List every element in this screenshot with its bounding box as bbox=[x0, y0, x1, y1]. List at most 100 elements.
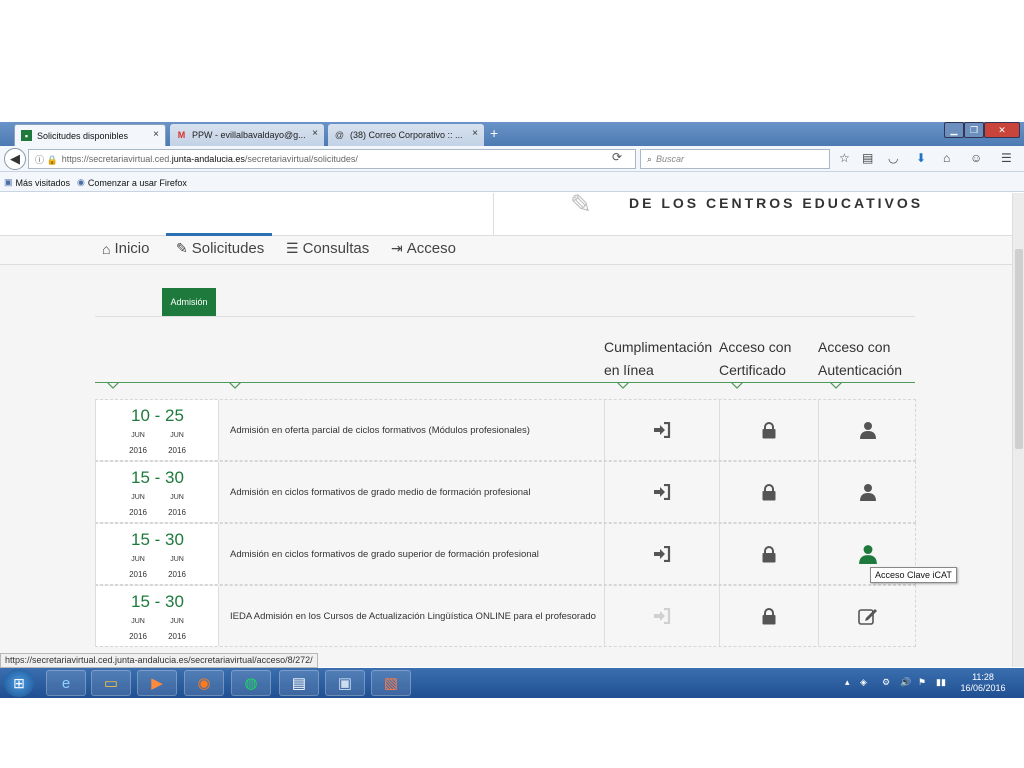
year-start: 2016 bbox=[129, 570, 147, 579]
sign-in-icon[interactable] bbox=[653, 484, 671, 500]
maximize-icon[interactable]: ❐ bbox=[964, 122, 984, 138]
tab-solicitudes[interactable]: ▪ Solicitudes disponibles × bbox=[14, 124, 166, 146]
tab-bar: ▪ Solicitudes disponibles × M PPW - evil… bbox=[0, 122, 1024, 146]
bookmark-star-icon[interactable]: ☆ bbox=[839, 151, 850, 165]
chevron-down-icon bbox=[731, 382, 743, 389]
taskbar: ⊞ e ▭ ▶ ◉ ◍ ▤ ▣ ▧ ▴ ◈ ⚙ 🔊 ⚑ ▮▮ 11:28 16/… bbox=[0, 668, 1024, 698]
auth-cell bbox=[819, 400, 916, 460]
url-prefix: https://secretariavirtual.ced. bbox=[61, 154, 172, 164]
security-tray-icon[interactable]: ◈ bbox=[860, 677, 867, 688]
bookmark-label: Comenzar a usar Firefox bbox=[87, 177, 187, 188]
date-range: 15 - 30 bbox=[131, 530, 184, 549]
signal-icon[interactable]: ▮▮ bbox=[936, 677, 946, 688]
pencil-icon: ✎ bbox=[176, 240, 188, 256]
date-cell: 15 - 30 JUN JUN 2016 2016 bbox=[96, 462, 219, 522]
network-tray-icon[interactable]: ⚙ bbox=[882, 677, 890, 688]
col-header-autenticacion: Acceso con Autenticación bbox=[818, 336, 902, 382]
clock-time: 11:28 bbox=[972, 672, 994, 682]
chevron-down-icon bbox=[617, 382, 629, 389]
show-hidden-icons-icon[interactable]: ▴ bbox=[845, 677, 850, 688]
col-header-line: en línea bbox=[604, 362, 654, 378]
user-icon[interactable] bbox=[859, 421, 877, 439]
online-cell bbox=[605, 524, 719, 584]
search-icon: ⌕ bbox=[647, 153, 653, 164]
month-end: JUN bbox=[170, 494, 184, 501]
chevron-down-icon bbox=[229, 382, 241, 389]
online-cell bbox=[605, 462, 719, 522]
sign-in-icon[interactable] bbox=[653, 422, 671, 438]
user-icon-active[interactable] bbox=[858, 544, 878, 564]
reload-icon[interactable]: ⟳ bbox=[612, 150, 622, 164]
flag-icon[interactable]: ⚑ bbox=[918, 677, 926, 688]
windows-start-icon[interactable]: ⊞ bbox=[4, 669, 34, 697]
tab-admision[interactable]: Admisión bbox=[162, 288, 216, 316]
nav-acceso[interactable]: ⇥ Acceso bbox=[391, 240, 456, 257]
col-header-line: Cumplimentación bbox=[604, 339, 713, 355]
pocket-icon[interactable]: ◡ bbox=[888, 151, 898, 165]
home-icon[interactable]: ⌂ bbox=[943, 151, 950, 165]
year-end: 2016 bbox=[168, 570, 186, 579]
scrollbar-thumb[interactable] bbox=[1015, 249, 1023, 449]
site-info-icon[interactable]: ⓘ 🔒 bbox=[35, 153, 58, 166]
url-bar[interactable]: ⓘ 🔒 https://secretariavirtual.ced. junta-… bbox=[28, 149, 636, 169]
minimize-icon[interactable]: ▁ bbox=[944, 122, 964, 138]
firefox-icon[interactable]: ◉ bbox=[184, 670, 224, 696]
search-placeholder: Buscar bbox=[656, 154, 685, 164]
online-cell bbox=[605, 400, 719, 460]
volume-icon[interactable]: 🔊 bbox=[900, 677, 911, 688]
menu-icon[interactable]: ☰ bbox=[1001, 151, 1012, 165]
downloads-icon[interactable]: ⬇ bbox=[916, 151, 926, 165]
sign-in-icon[interactable] bbox=[653, 546, 671, 562]
lock-icon[interactable] bbox=[762, 607, 776, 625]
tab-gmail[interactable]: M PPW - evillalbavaldayo@g... × bbox=[170, 124, 324, 146]
lock-icon[interactable] bbox=[762, 545, 776, 563]
url-host: junta-andalucia.es bbox=[171, 154, 245, 164]
chevron-down-icon bbox=[830, 382, 842, 389]
close-tab-icon[interactable]: × bbox=[472, 128, 478, 139]
system-clock[interactable]: 11:28 16/06/2016 bbox=[955, 672, 1011, 694]
nav-inicio[interactable]: ⌂ Inicio bbox=[102, 240, 150, 257]
nav-solicitudes[interactable]: ✎ Solicitudes bbox=[176, 240, 264, 257]
chat-icon[interactable]: ☺ bbox=[970, 151, 982, 165]
date-range: 15 - 30 bbox=[131, 468, 184, 487]
bookmark-comenzar-firefox[interactable]: ◉ Comenzar a usar Firefox bbox=[77, 177, 187, 188]
edit-icon[interactable] bbox=[857, 607, 878, 625]
month-start: JUN bbox=[131, 494, 145, 501]
col-header-line: Acceso con bbox=[818, 339, 891, 355]
close-tab-icon[interactable]: × bbox=[312, 128, 318, 139]
close-tab-icon[interactable]: × bbox=[153, 129, 159, 140]
sign-in-icon-disabled bbox=[654, 608, 671, 624]
presentation-icon[interactable]: ▧ bbox=[371, 670, 411, 696]
row-description: IEDA Admisión en los Cursos de Actualiza… bbox=[230, 610, 596, 622]
year-start: 2016 bbox=[129, 446, 147, 455]
table-row: 15 - 30 JUN JUN 2016 2016 IEDA Admisión … bbox=[95, 585, 916, 647]
document-icon[interactable]: ▤ bbox=[279, 670, 319, 696]
tab-correo[interactable]: @ (38) Correo Corporativo :: ... × bbox=[328, 124, 484, 146]
vertical-scrollbar[interactable] bbox=[1012, 193, 1024, 667]
photo-viewer-icon[interactable]: ▣ bbox=[325, 670, 365, 696]
new-tab-button[interactable]: + bbox=[490, 125, 498, 141]
media-player-icon[interactable]: ▶ bbox=[137, 670, 177, 696]
url-path: /secretariavirtual/solicitudes/ bbox=[244, 154, 358, 164]
auth-cell bbox=[819, 462, 916, 522]
file-explorer-icon[interactable]: ▭ bbox=[91, 670, 131, 696]
subtab-divider bbox=[95, 316, 915, 317]
reading-list-icon[interactable]: ▤ bbox=[862, 151, 873, 165]
nav-consultas[interactable]: ☰ Consultas bbox=[286, 240, 369, 257]
row-description: Admisión en ciclos formativos de grado m… bbox=[230, 486, 531, 498]
user-icon[interactable] bbox=[859, 483, 877, 501]
date-range: 10 - 25 bbox=[131, 406, 184, 425]
search-input[interactable]: ⌕ Buscar bbox=[640, 149, 830, 169]
lock-icon[interactable] bbox=[762, 483, 776, 501]
spotify-icon[interactable]: ◍ bbox=[231, 670, 271, 696]
back-arrow-icon[interactable]: ◀ bbox=[4, 148, 26, 170]
table-row: 15 - 30 JUN JUN 2016 2016 Admisión en ci… bbox=[95, 523, 916, 585]
close-window-icon[interactable]: ✕ bbox=[984, 122, 1020, 138]
col-header-line: Autenticación bbox=[818, 362, 903, 378]
date-cell: 15 - 30 JUN JUN 2016 2016 bbox=[96, 586, 219, 646]
internet-explorer-icon[interactable]: e bbox=[46, 670, 86, 696]
lock-icon[interactable] bbox=[762, 421, 776, 439]
home-icon: ⌂ bbox=[102, 240, 111, 257]
bookmark-mas-visitados[interactable]: ▣ Más visitados bbox=[4, 177, 70, 188]
month-end: JUN bbox=[170, 556, 184, 563]
